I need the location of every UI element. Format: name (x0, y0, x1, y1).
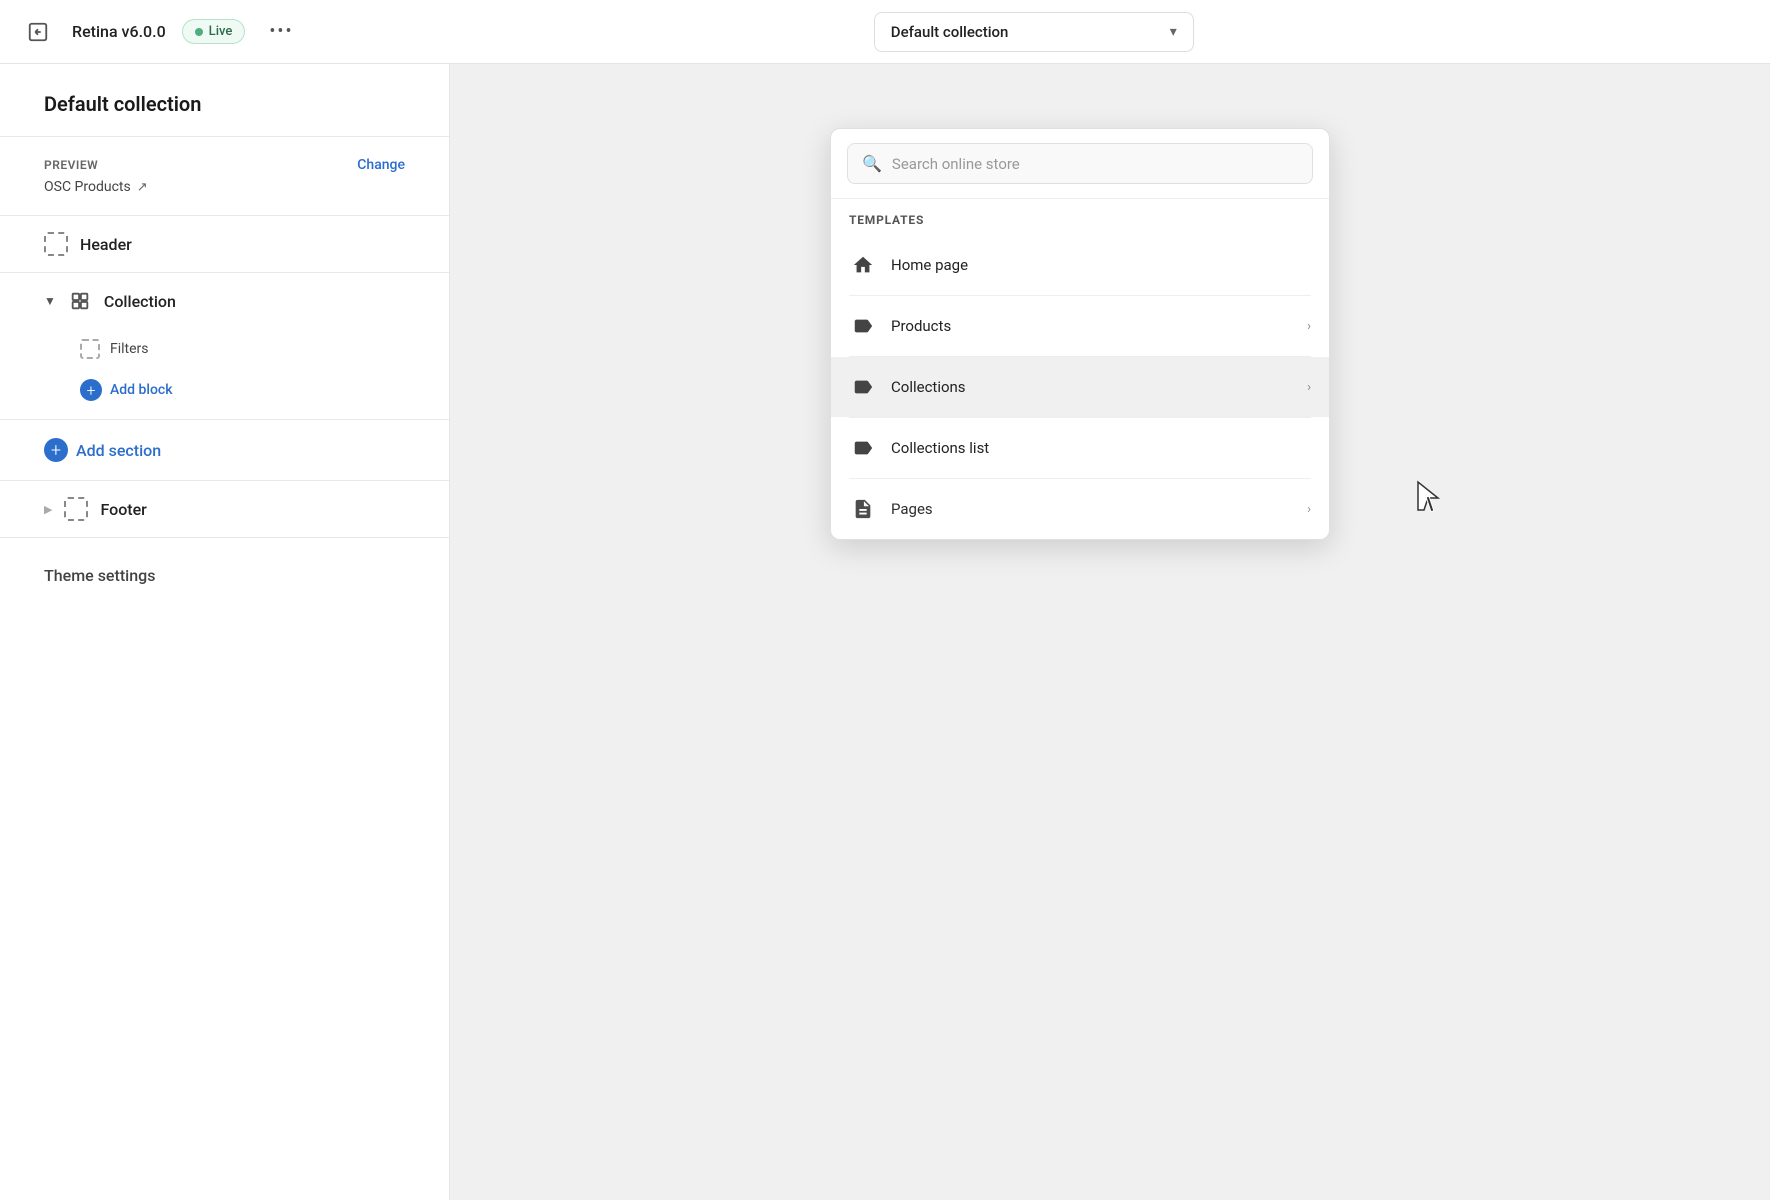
page-title: Default collection (44, 92, 405, 116)
add-block-button[interactable]: + Add block (80, 369, 449, 411)
preview-text: OSC Products (44, 179, 131, 195)
add-section-row[interactable]: + Add section (0, 420, 449, 481)
sidebar-header: Default collection (0, 64, 449, 137)
search-icon: 🔍 (862, 154, 882, 173)
collection-label: Collection (104, 292, 176, 311)
cursor (1410, 474, 1442, 521)
theme-settings-label: Theme settings (44, 566, 155, 585)
external-link-icon: ↗ (137, 180, 148, 195)
menu-item-collections-label: Collections (891, 378, 1293, 396)
search-placeholder: Search online store (892, 155, 1298, 173)
pages-icon (849, 495, 877, 523)
menu-item-homepage-label: Home page (891, 256, 1311, 274)
back-button[interactable] (20, 14, 56, 50)
collection-dropdown-trigger[interactable]: Default collection ▾ (874, 12, 1194, 52)
menu-item-products[interactable]: Products › (831, 296, 1329, 356)
menu-item-collections-list[interactable]: Collections list (831, 418, 1329, 478)
pages-chevron-icon: › (1307, 502, 1311, 517)
templates-section-label: TEMPLATES (831, 199, 1329, 235)
live-label: Live (209, 24, 233, 39)
add-section-label: Add section (76, 441, 161, 460)
dropdown-search-section: 🔍 Search online store (831, 129, 1329, 199)
search-field[interactable]: 🔍 Search online store (847, 143, 1313, 184)
expand-arrow-icon: ▼ (44, 294, 56, 308)
more-button[interactable]: ••• (261, 17, 301, 46)
app-title: Retina v6.0.0 (72, 22, 166, 41)
products-icon (849, 312, 877, 340)
collection-icon (68, 289, 92, 313)
change-link[interactable]: Change (357, 157, 405, 173)
top-bar: Retina v6.0.0 Live ••• Default collectio… (0, 0, 1770, 64)
add-block-label: Add block (110, 382, 173, 398)
sidebar-item-header[interactable]: Header (0, 216, 449, 273)
sidebar: Default collection PREVIEW Change OSC Pr… (0, 64, 450, 1200)
menu-item-pages-label: Pages (891, 500, 1293, 518)
dropdown-label: Default collection (891, 23, 1009, 41)
main-layout: Default collection PREVIEW Change OSC Pr… (0, 0, 1770, 1200)
header-label: Header (80, 235, 132, 254)
top-bar-center: Default collection ▾ (318, 12, 1750, 52)
theme-settings[interactable]: Theme settings (0, 538, 449, 613)
products-chevron-icon: › (1307, 319, 1311, 334)
footer-expand-icon: ▶ (44, 503, 52, 516)
dropdown-menu: 🔍 Search online store TEMPLATES Home pag… (830, 128, 1330, 540)
footer-icon (64, 497, 88, 521)
header-icon (44, 232, 68, 256)
preview-row: PREVIEW Change (44, 157, 405, 173)
menu-item-collections[interactable]: Collections › (831, 357, 1329, 417)
live-badge: Live (182, 19, 246, 44)
preview-label: PREVIEW (44, 158, 98, 172)
collections-chevron-icon: › (1307, 380, 1311, 395)
filters-item[interactable]: Filters (80, 329, 449, 369)
menu-item-homepage[interactable]: Home page (831, 235, 1329, 295)
collection-header[interactable]: ▼ Collection (0, 273, 449, 329)
footer-label: Footer (100, 500, 146, 519)
preview-value: OSC Products ↗ (44, 179, 405, 195)
add-section-icon: + (44, 438, 68, 462)
collection-sub: Filters + Add block (0, 329, 449, 419)
preview-section: PREVIEW Change OSC Products ↗ (0, 137, 449, 216)
filters-label: Filters (110, 341, 149, 357)
collection-section: ▼ Collection Filters + (0, 273, 449, 420)
collections-icon (849, 373, 877, 401)
menu-item-collections-list-label: Collections list (891, 439, 1311, 457)
home-icon (849, 251, 877, 279)
chevron-down-icon: ▾ (1170, 24, 1177, 40)
preview-area: 🔍 Search online store TEMPLATES Home pag… (450, 64, 1770, 1200)
menu-item-pages[interactable]: Pages › (831, 479, 1329, 539)
live-dot (195, 28, 203, 36)
collections-list-icon (849, 434, 877, 462)
filters-icon (80, 339, 100, 359)
menu-item-products-label: Products (891, 317, 1293, 335)
sidebar-item-footer[interactable]: ▶ Footer (0, 481, 449, 538)
add-block-icon: + (80, 379, 102, 401)
